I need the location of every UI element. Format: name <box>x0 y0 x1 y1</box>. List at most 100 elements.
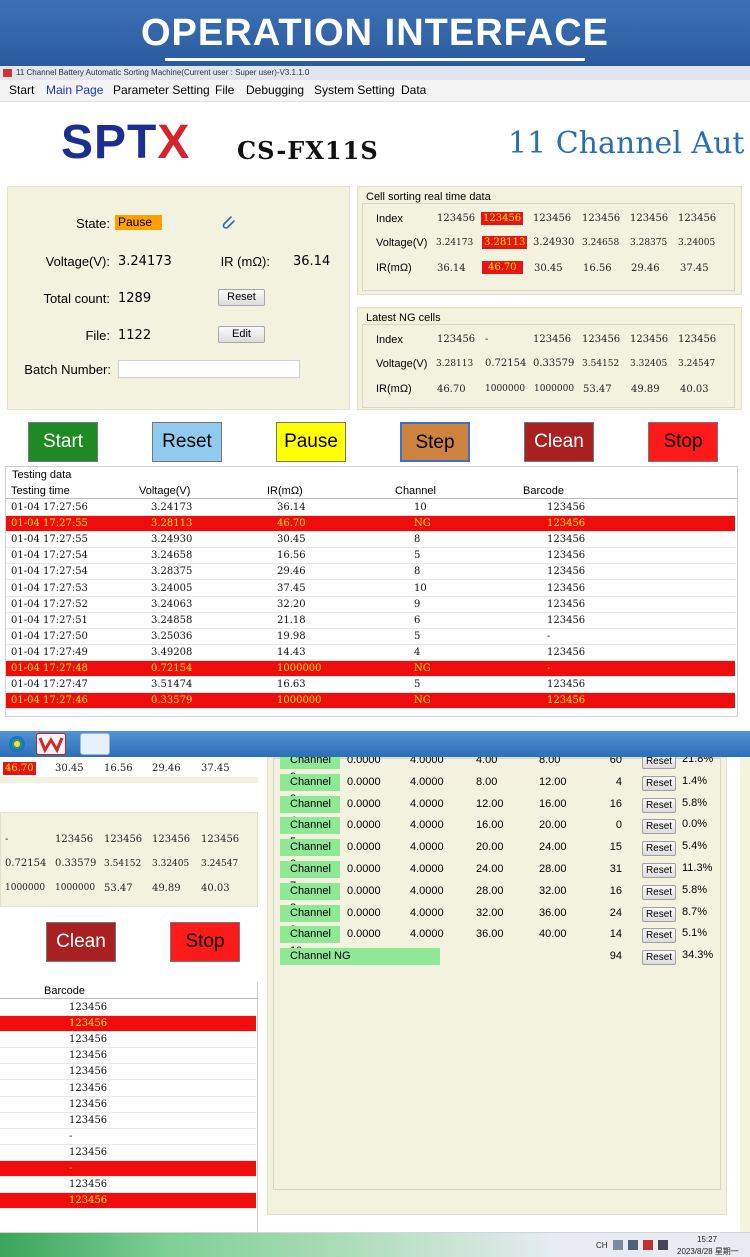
reset-count-button[interactable]: Reset <box>218 289 265 306</box>
frag-ng-index-5: 123456 <box>201 834 240 845</box>
frag-table-row[interactable]: 123456 <box>0 1193 256 1210</box>
table-row[interactable]: 01-04 17:27:47 3.51474 16.63 5 123456 <box>6 677 735 694</box>
table-row[interactable]: 01-04 17:27:54 3.28375 29.46 8 123456 <box>6 564 735 581</box>
menu-file[interactable]: File <box>215 83 234 97</box>
table-row[interactable]: 01-04 17:27:50 3.25036 19.98 5 - <box>6 629 735 645</box>
network-icon[interactable] <box>628 1240 638 1250</box>
channel-reset-button[interactable]: Reset <box>642 819 676 835</box>
input-language[interactable]: CH <box>596 1241 608 1250</box>
cell-ir: 19.98 <box>277 630 306 642</box>
cell-barcode: - <box>547 663 551 674</box>
table-row[interactable]: 01-04 17:27:49 3.49208 14.43 4 123456 <box>6 645 735 661</box>
table-row[interactable]: 01-04 17:27:53 3.24005 37.45 10 123456 <box>6 581 735 597</box>
ng-voltage-6: 3.24547 <box>678 359 716 369</box>
rt-voltage-4: 3.24658 <box>582 238 620 248</box>
frag-clean-button[interactable]: Clean <box>46 922 116 962</box>
channel-voltage-min: 0.0000 <box>347 757 381 766</box>
menu-main-page[interactable]: Main Page <box>46 83 103 97</box>
ng-voltage-5: 3.32405 <box>630 359 668 369</box>
channel-voltage-min: 0.0000 <box>347 863 381 875</box>
rt-index-3: 123456 <box>533 213 572 224</box>
frag-table-row[interactable]: - <box>0 1129 256 1145</box>
table-row[interactable]: 01-04 17:27:52 3.24063 32.20 9 123456 <box>6 597 735 613</box>
menu-debugging[interactable]: Debugging <box>246 83 304 97</box>
col-ir[interactable]: IR(mΩ) <box>267 485 303 497</box>
channel-ir-min: 32.00 <box>476 906 504 919</box>
frag-cell-barcode: 123456 <box>69 1066 108 1078</box>
cell-ir: 29.46 <box>277 566 306 578</box>
frag-table-row[interactable]: 123456 <box>0 1081 256 1097</box>
channel-reset-button[interactable]: Reset <box>642 797 676 813</box>
channel-ir-min: 12.00 <box>476 797 504 810</box>
menu-data[interactable]: Data <box>401 83 426 97</box>
frag-table-row[interactable]: 123456 <box>0 1016 256 1033</box>
channel-reset-button[interactable]: Reset <box>642 841 676 857</box>
frag-stop-button[interactable]: Stop <box>170 922 240 962</box>
col-testing-time[interactable]: Testing time <box>11 485 70 497</box>
state-label: State: <box>76 216 110 231</box>
menu-system-setting[interactable]: System Setting <box>314 83 395 97</box>
col-channel[interactable]: Channel <box>395 485 436 497</box>
ng-voltage-3: 0.33579 <box>533 358 575 369</box>
frag-table-row[interactable]: 123456 <box>0 1048 256 1065</box>
col-voltage[interactable]: Voltage(V) <box>139 485 190 497</box>
channel-reset-button[interactable]: Reset <box>642 884 676 900</box>
frag-ng-index-2: 123456 <box>55 834 94 845</box>
action-center-icon[interactable] <box>658 1240 668 1250</box>
keyboard-icon[interactable] <box>613 1240 623 1250</box>
menu-start[interactable]: Start <box>9 83 34 97</box>
clock-time[interactable]: 15:27 <box>697 1235 717 1244</box>
menu-parameter-setting[interactable]: Parameter Setting <box>113 83 210 97</box>
channel-reset-button[interactable]: Reset <box>642 863 676 878</box>
channel-reset-button[interactable]: Reset <box>642 757 676 769</box>
table-row[interactable]: 01-04 17:27:56 3.24173 36.14 10 123456 <box>6 500 735 516</box>
frag-table-row[interactable]: 123456 <box>0 1064 256 1081</box>
frag-cell-barcode: 123456 <box>69 1114 108 1126</box>
table-row[interactable]: 01-04 17:27:51 3.24858 21.18 6 123456 <box>6 613 735 629</box>
table-row[interactable]: 01-04 17:27:48 0.72154 1000000 NG - <box>6 661 735 677</box>
wps-icon[interactable] <box>36 733 66 755</box>
frag-table-row[interactable]: 123456 <box>0 1000 256 1016</box>
realtime-index-label: Index <box>376 213 403 225</box>
frag-table-row[interactable]: 123456 <box>0 1177 256 1194</box>
ng-index-2: - <box>485 334 489 345</box>
start-button[interactable]: Start <box>28 422 98 462</box>
ng-ir-4: 53.47 <box>583 384 612 395</box>
channel-percent: 5.8% <box>682 796 708 809</box>
stop-button[interactable]: Stop <box>648 422 718 462</box>
channel-percent: 11.3% <box>682 862 713 874</box>
volume-muted-icon[interactable] <box>643 1240 653 1250</box>
rt-index-6: 123456 <box>678 213 717 224</box>
banner: OPERATION INTERFACE <box>0 0 750 66</box>
frag-table-row[interactable]: - <box>0 1161 256 1177</box>
table-row[interactable]: 01-04 17:27:46 0.33579 1000000 NG 123456 <box>6 693 735 710</box>
edit-file-button[interactable]: Edit <box>218 326 265 343</box>
step-button[interactable]: Step <box>400 422 470 462</box>
cell-time: 01-04 17:27:47 <box>11 679 88 691</box>
frag-table-row[interactable]: 123456 <box>0 1097 256 1113</box>
app-window-icon[interactable] <box>80 733 110 755</box>
pause-button[interactable]: Pause <box>276 422 346 462</box>
channel-label: Channel 7 <box>280 861 340 892</box>
batch-number-input[interactable] <box>118 360 300 378</box>
table-row[interactable]: 01-04 17:27:54 3.24658 16.56 5 123456 <box>6 548 735 565</box>
frag-table-row[interactable]: 123456 <box>0 1113 256 1129</box>
start-orb-icon[interactable] <box>2 733 32 755</box>
reset-button[interactable]: Reset <box>152 422 222 462</box>
channel-reset-button[interactable]: Reset <box>642 775 676 791</box>
clock-date[interactable]: 2023/8/28 星期一 <box>677 1246 739 1257</box>
attachment-icon[interactable] <box>218 213 238 233</box>
frag-ng-voltage-2: 0.33579 <box>55 858 97 869</box>
channel-reset-button[interactable]: Reset <box>642 950 676 966</box>
channel-reset-button[interactable]: Reset <box>642 906 676 922</box>
frag-table-row[interactable]: 123456 <box>0 1032 256 1049</box>
channel-label: Channel 4 <box>280 795 340 827</box>
table-row[interactable]: 01-04 17:27:55 3.28113 46.70 NG 123456 <box>6 516 735 533</box>
table-row[interactable]: 01-04 17:27:55 3.24930 30.45 8 123456 <box>6 532 735 549</box>
rt-voltage-2: 3.28113 <box>482 236 528 249</box>
frag-table-row[interactable]: 123456 <box>0 1145 256 1161</box>
cell-ir: 37.45 <box>277 582 306 594</box>
clean-button[interactable]: Clean <box>524 422 594 462</box>
channel-reset-button[interactable]: Reset <box>642 928 676 944</box>
col-barcode[interactable]: Barcode <box>523 485 564 497</box>
